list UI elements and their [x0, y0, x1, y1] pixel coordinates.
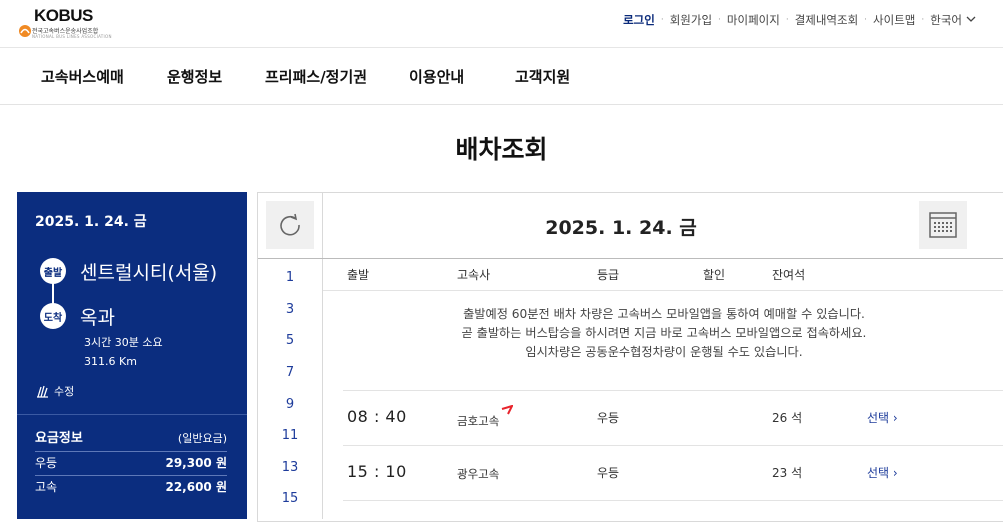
hand-icon: [37, 385, 48, 398]
notice-line: 곧 출발하는 버스탑승을 하시려면 지금 바로 고속버스 모바일앱으로 접속하세…: [461, 326, 867, 340]
route-summary-panel: 2025. 1. 24. 금 출발 센트럴시티(서울) 도착 옥과 3시간 30…: [17, 192, 247, 519]
column-header-company: 고속사: [457, 268, 491, 282]
company-name: 광우고속: [457, 467, 500, 481]
column-header-discount: 할인: [703, 268, 726, 282]
separator: ·: [921, 15, 925, 25]
schedule-date: 2025. 1. 24. 금: [545, 217, 697, 239]
departure-time: 08 : 40: [347, 407, 407, 426]
nav-item-support[interactable]: 고객지원: [515, 66, 570, 87]
bus-grade: 우등: [597, 411, 620, 425]
remaining-seats: 23 석: [772, 466, 803, 480]
header-divider: [258, 258, 1003, 259]
hour-link[interactable]: 15: [258, 491, 322, 506]
logo-subtitle-en: NATIONAL BUS LINES ASSOCIATION: [32, 34, 112, 39]
kumho-logo-icon: [501, 405, 513, 415]
language-select[interactable]: 한국어: [930, 12, 962, 28]
separator: ·: [785, 15, 789, 25]
chevron-down-icon[interactable]: [966, 15, 976, 26]
hour-link[interactable]: 5: [258, 333, 322, 348]
separator: ·: [718, 15, 721, 25]
fare-label: 우등: [35, 456, 58, 470]
nav-item-guide[interactable]: 이용안내: [409, 66, 464, 87]
fare-title: 요금정보: [35, 431, 83, 446]
panel-divider: [17, 414, 247, 415]
logo-text: KOBUS: [34, 6, 93, 25]
fare-amount: 29,300 원: [165, 456, 227, 470]
notice-text: 출발예정 60분전 배차 차량은 고속버스 모바일앱을 통하여 예매할 수 있습…: [343, 305, 985, 362]
travel-duration: 3시간 30분 소요: [84, 336, 163, 349]
calendar-icon: [929, 212, 957, 238]
signup-link[interactable]: 회원가입: [670, 12, 712, 28]
select-button[interactable]: 선택 ›: [867, 409, 898, 426]
arrival-badge: 도착: [40, 303, 66, 329]
departure-time: 15 : 10: [347, 462, 407, 481]
nav-item-reservation[interactable]: 고속버스예매: [41, 66, 124, 87]
sitemap-link[interactable]: 사이트맵: [873, 12, 915, 28]
nav-item-freepass[interactable]: 프리패스/정기권: [265, 66, 367, 87]
fare-note: (일반요금): [177, 432, 227, 445]
hour-column-divider: [322, 193, 323, 519]
hour-link[interactable]: 11: [258, 428, 322, 443]
notice-line: 임시차량은 공동운수협정차량이 운행될 수도 있습니다.: [525, 345, 803, 359]
company-name: 금호고속: [457, 414, 500, 428]
departure-terminal: 센트럴시티(서울): [80, 262, 218, 284]
row-divider: [343, 500, 1003, 501]
travel-date: 2025. 1. 24. 금: [35, 214, 147, 230]
hour-link[interactable]: 9: [258, 397, 322, 412]
column-header-seats: 잔여석: [772, 268, 806, 282]
utility-links: 로그인 · 회원가입 · 마이페이지 · 결제내역조회 · 사이트맵 · 한국어: [623, 12, 976, 28]
kobus-logo[interactable]: KOBUS 전국고속버스운송사업조합 NATIONAL BUS LINES AS…: [18, 6, 128, 40]
logo-mark-icon: [19, 25, 31, 37]
fare-row: 우등 29,300 원: [35, 451, 227, 473]
row-divider: [343, 445, 1003, 446]
refresh-icon: [280, 213, 300, 236]
bus-grade: 우등: [597, 466, 620, 480]
column-header-divider: [323, 290, 1003, 291]
top-bar: KOBUS 전국고속버스운송사업조합 NATIONAL BUS LINES AS…: [0, 0, 1003, 48]
hour-link[interactable]: 7: [258, 365, 322, 380]
notice-line: 출발예정 60분전 배차 차량은 고속버스 모바일앱을 통하여 예매할 수 있습…: [463, 307, 865, 321]
departure-badge: 출발: [40, 258, 66, 284]
payment-history-link[interactable]: 결제내역조회: [795, 12, 858, 28]
column-header-grade: 등급: [597, 268, 620, 282]
arrival-terminal: 옥과: [80, 307, 115, 329]
login-link[interactable]: 로그인: [623, 12, 655, 28]
column-header-departure: 출발: [347, 268, 370, 282]
refresh-button[interactable]: [266, 201, 314, 249]
separator: ·: [864, 15, 868, 25]
page-title: 배차조회: [455, 135, 548, 164]
hour-link[interactable]: 13: [258, 460, 322, 475]
main-nav: 고속버스예매 운행정보 프리패스/정기권 이용안내 고객지원: [0, 49, 1003, 105]
edit-route-button[interactable]: 수정: [35, 383, 74, 399]
mypage-link[interactable]: 마이페이지: [727, 12, 780, 28]
travel-distance: 311.6 Km: [84, 355, 137, 368]
hour-link[interactable]: 1: [258, 270, 322, 285]
bus-company: 금호고속: [457, 405, 513, 429]
hour-link[interactable]: 3: [258, 302, 322, 317]
separator: ·: [660, 15, 664, 25]
fare-row: 고속 22,600 원: [35, 475, 227, 497]
remaining-seats: 26 석: [772, 411, 803, 425]
fare-label: 고속: [35, 480, 58, 494]
row-divider: [343, 390, 1003, 391]
nav-item-operation-info[interactable]: 운행정보: [167, 66, 222, 87]
calendar-button[interactable]: [919, 201, 967, 249]
fare-amount: 22,600 원: [165, 480, 227, 494]
edit-label: 수정: [54, 385, 75, 398]
select-button[interactable]: 선택 ›: [867, 464, 898, 481]
